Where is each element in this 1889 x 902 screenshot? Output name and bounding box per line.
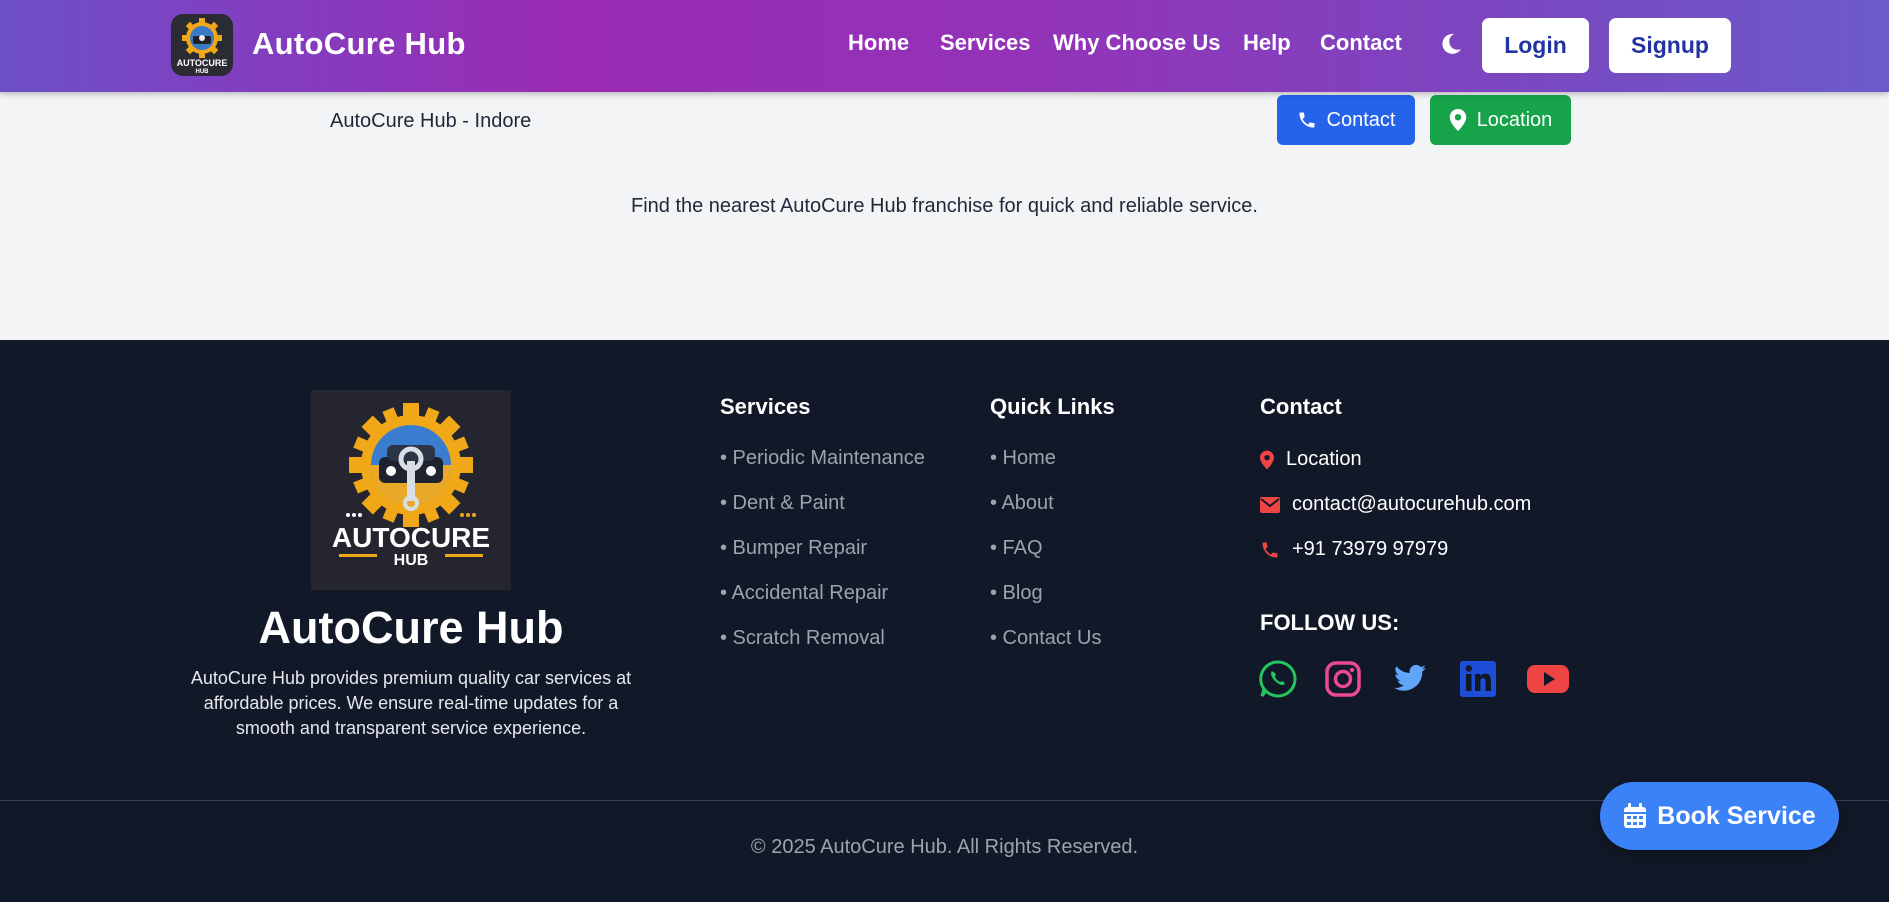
location-button[interactable]: Location bbox=[1430, 95, 1571, 145]
service-link-scratch-removal[interactable]: • Scratch Removal bbox=[720, 626, 925, 671]
tagline: Find the nearest AutoCure Hub franchise … bbox=[630, 195, 1258, 217]
contact-email[interactable]: contact@autocurehub.com bbox=[1260, 493, 1531, 516]
nav-contact[interactable]: Contact bbox=[1320, 30, 1402, 56]
location-button-label: Location bbox=[1476, 108, 1553, 131]
twitter-icon[interactable] bbox=[1389, 659, 1429, 699]
quick-links-list: • Home • About • FAQ • Blog • Contact Us bbox=[990, 446, 1101, 671]
main-nav: Home Services Why Choose Us Help Contact bbox=[0, 30, 1889, 62]
quick-link-contact-us[interactable]: • Contact Us bbox=[990, 626, 1101, 671]
contact-phone[interactable]: +91 73979 97979 bbox=[1260, 538, 1448, 561]
service-link-accidental-repair[interactable]: • Accidental Repair bbox=[720, 581, 925, 626]
contact-heading: Contact bbox=[1260, 394, 1342, 419]
contact-button-label: Contact bbox=[1326, 108, 1396, 131]
contact-location[interactable]: Location bbox=[1260, 448, 1362, 471]
quick-link-blog[interactable]: • Blog bbox=[990, 581, 1101, 626]
map-pin-icon bbox=[1449, 109, 1466, 131]
map-pin-icon bbox=[1260, 450, 1274, 469]
services-heading: Services bbox=[720, 394, 811, 419]
top-navbar: AUTOCURE HUB AutoCure Hub Home Services … bbox=[0, 0, 1889, 92]
footer-description: AutoCure Hub provides premium quality ca… bbox=[190, 668, 632, 738]
follow-us-label: FOLLOW US: bbox=[1260, 610, 1400, 635]
service-link-bumper-repair[interactable]: • Bumper Repair bbox=[720, 536, 925, 581]
copyright: © 2025 AutoCure Hub. All Rights Reserved… bbox=[750, 836, 1139, 858]
franchise-name: AutoCure Hub - Indore bbox=[330, 110, 532, 132]
envelope-icon bbox=[1260, 496, 1280, 513]
youtube-icon[interactable] bbox=[1526, 659, 1570, 699]
calendar-icon bbox=[1624, 803, 1647, 828]
phone-icon bbox=[1299, 112, 1315, 128]
nav-home[interactable]: Home bbox=[848, 30, 909, 56]
service-link-dent-paint[interactable]: • Dent & Paint bbox=[720, 491, 925, 536]
instagram-icon[interactable] bbox=[1323, 659, 1363, 699]
login-button[interactable]: Login bbox=[1482, 18, 1589, 73]
services-list: • Periodic Maintenance • Dent & Paint • … bbox=[720, 446, 925, 671]
book-service-button[interactable]: Book Service bbox=[1600, 782, 1839, 850]
contact-email-label: contact@autocurehub.com bbox=[1292, 493, 1532, 515]
nav-help[interactable]: Help bbox=[1243, 30, 1291, 56]
quick-links-heading: Quick Links bbox=[990, 394, 1115, 419]
svg-text:HUB: HUB bbox=[394, 552, 429, 569]
service-link-periodic-maintenance[interactable]: • Periodic Maintenance bbox=[720, 446, 925, 491]
contact-phone-label: +91 73979 97979 bbox=[1292, 538, 1449, 560]
contact-button[interactable]: Contact bbox=[1277, 95, 1415, 145]
signup-button[interactable]: Signup bbox=[1609, 18, 1731, 73]
footer-logo: AUTOCURE HUB bbox=[311, 390, 511, 590]
footer-brand-name: AutoCure Hub bbox=[258, 602, 564, 653]
dark-mode-toggle-icon[interactable] bbox=[1437, 30, 1465, 58]
book-service-label: Book Service bbox=[1657, 801, 1816, 830]
quick-link-faq[interactable]: • FAQ bbox=[990, 536, 1101, 581]
linkedin-icon[interactable] bbox=[1458, 659, 1498, 699]
nav-services[interactable]: Services bbox=[940, 30, 1031, 56]
nav-why-choose-us[interactable]: Why Choose Us bbox=[1053, 30, 1220, 56]
whatsapp-icon[interactable] bbox=[1258, 659, 1298, 699]
quick-link-about[interactable]: • About bbox=[990, 491, 1101, 536]
quick-link-home[interactable]: • Home bbox=[990, 446, 1101, 491]
svg-text:HUB: HUB bbox=[196, 69, 210, 75]
phone-icon bbox=[1262, 542, 1278, 557]
svg-text:AUTOCURE: AUTOCURE bbox=[332, 522, 490, 553]
contact-location-label: Location bbox=[1286, 448, 1362, 470]
